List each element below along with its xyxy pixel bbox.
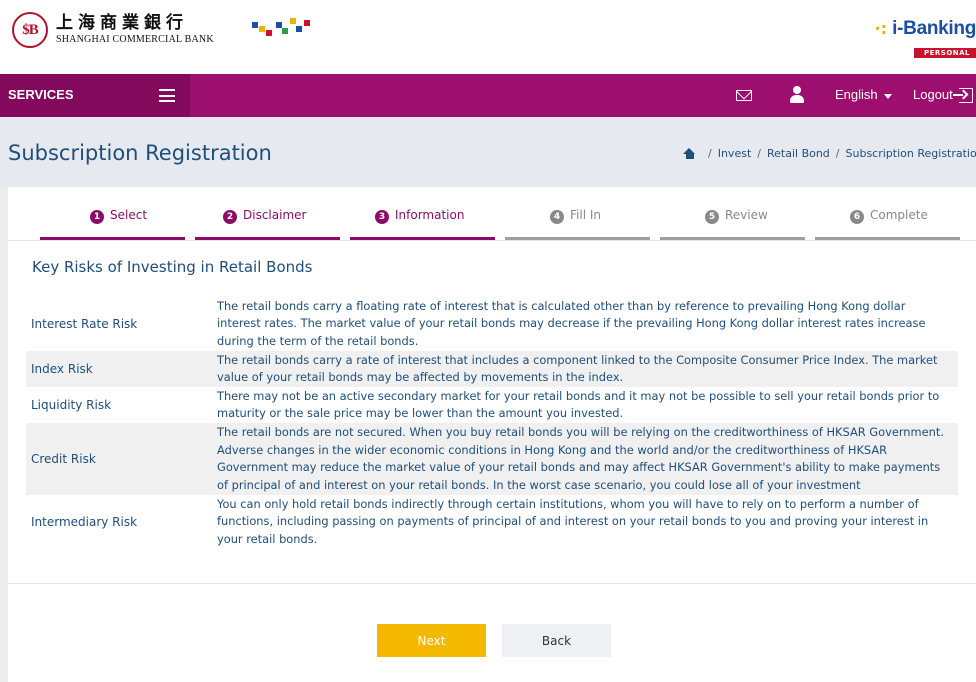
risk-name: Intermediary Risk [31, 515, 138, 529]
user-icon[interactable] [790, 86, 804, 104]
step-label: Fill In [570, 208, 601, 222]
step-review: 5 Review [660, 207, 805, 240]
breadcrumb-separator: / [835, 147, 840, 160]
breadcrumb-separator: / [708, 147, 712, 160]
risk-name: Interest Rate Risk [31, 317, 138, 331]
step-label: Information [395, 208, 465, 222]
table-row: Interest Rate Risk The retail bonds carr… [26, 297, 958, 351]
top-header: $B 上海商業銀行 SHANGHAI COMMERCIAL BANK ·: i-… [0, 0, 976, 74]
ibanking-logo: ·: i-Banking PERSONAL [875, 18, 976, 59]
hamburger-icon[interactable] [159, 89, 175, 102]
title-band: Subscription Registration / Invest / Ret… [0, 117, 976, 187]
bank-seal-icon: $B [12, 12, 48, 48]
step-number: 5 [705, 210, 719, 224]
main-panel: 1 Select 2 Disclaimer 3 Information 4 Fi… [8, 187, 976, 682]
table-row: Index Risk The retail bonds carry a rate… [26, 351, 958, 387]
decorative-pixels-icon [252, 18, 312, 48]
breadcrumb-invest[interactable]: Invest [718, 147, 752, 160]
page-title: Subscription Registration [8, 141, 272, 165]
risk-name: Index Risk [31, 362, 93, 376]
breadcrumb-retail-bond[interactable]: Retail Bond [767, 147, 830, 160]
logout-button[interactable]: Logout [913, 87, 953, 102]
risk-description: There may not be an active secondary mar… [217, 388, 940, 421]
ibanking-tag: PERSONAL [913, 48, 976, 58]
step-label: Select [110, 208, 148, 222]
table-row: Credit Risk The retail bonds are not sec… [26, 423, 958, 495]
divider [8, 240, 976, 241]
back-button[interactable]: Back [502, 624, 611, 657]
main-nav-bar: SERVICES English Logout [0, 74, 976, 117]
bank-logo[interactable]: $B 上海商業銀行 SHANGHAI COMMERCIAL BANK [12, 12, 214, 48]
breadcrumb: / Invest / Retail Bond / Subscription Re… [683, 147, 976, 160]
risk-description: The retail bonds carry a floating rate o… [217, 298, 926, 348]
breadcrumb-current: Subscription Registration [845, 147, 976, 160]
step-number: 2 [223, 210, 237, 224]
table-row: Intermediary Risk You can only hold reta… [26, 495, 958, 549]
bank-name-chinese: 上海商業銀行 [56, 13, 188, 33]
step-number: 1 [90, 210, 104, 224]
section-title: Key Risks of Investing in Retail Bonds [32, 258, 313, 276]
step-information: 3 Information [350, 207, 495, 240]
step-label: Disclaimer [243, 208, 307, 222]
risk-description: You can only hold retail bonds indirectl… [217, 496, 929, 546]
left-gutter [0, 187, 8, 682]
risk-description: The retail bonds carry a rate of interes… [217, 352, 938, 385]
services-menu[interactable]: SERVICES [0, 74, 190, 117]
step-label: Review [725, 208, 768, 222]
home-icon[interactable] [683, 148, 696, 159]
next-button[interactable]: Next [377, 624, 486, 657]
step-disclaimer: 2 Disclaimer [195, 207, 340, 240]
logout-icon[interactable] [953, 88, 973, 103]
mail-icon[interactable] [736, 90, 752, 101]
ibanking-dots-icon: ·: [874, 19, 888, 38]
step-number: 3 [375, 210, 389, 224]
step-label: Complete [870, 208, 928, 222]
risk-table: Interest Rate Risk The retail bonds carr… [26, 297, 958, 549]
language-selector[interactable]: English [835, 87, 878, 102]
risk-name: Liquidity Risk [31, 398, 112, 412]
risk-description: The retail bonds are not secured. When y… [217, 425, 944, 492]
step-number: 4 [550, 210, 564, 224]
table-row: Liquidity Risk There may not be an activ… [26, 387, 958, 423]
breadcrumb-separator: / [757, 147, 761, 160]
divider [8, 583, 976, 584]
chevron-down-icon[interactable] [884, 94, 892, 99]
services-label: SERVICES [8, 87, 74, 102]
progress-steps: 1 Select 2 Disclaimer 3 Information 4 Fi… [40, 207, 970, 240]
step-fill-in: 4 Fill In [505, 207, 650, 240]
bank-name: 上海商業銀行 SHANGHAI COMMERCIAL BANK [56, 15, 214, 45]
bank-name-english: SHANGHAI COMMERCIAL BANK [56, 34, 214, 45]
risk-name: Credit Risk [31, 452, 96, 466]
ibanking-name: i-Banking [892, 18, 976, 39]
step-complete: 6 Complete [815, 207, 960, 240]
step-select: 1 Select [40, 207, 185, 240]
step-number: 6 [850, 210, 864, 224]
